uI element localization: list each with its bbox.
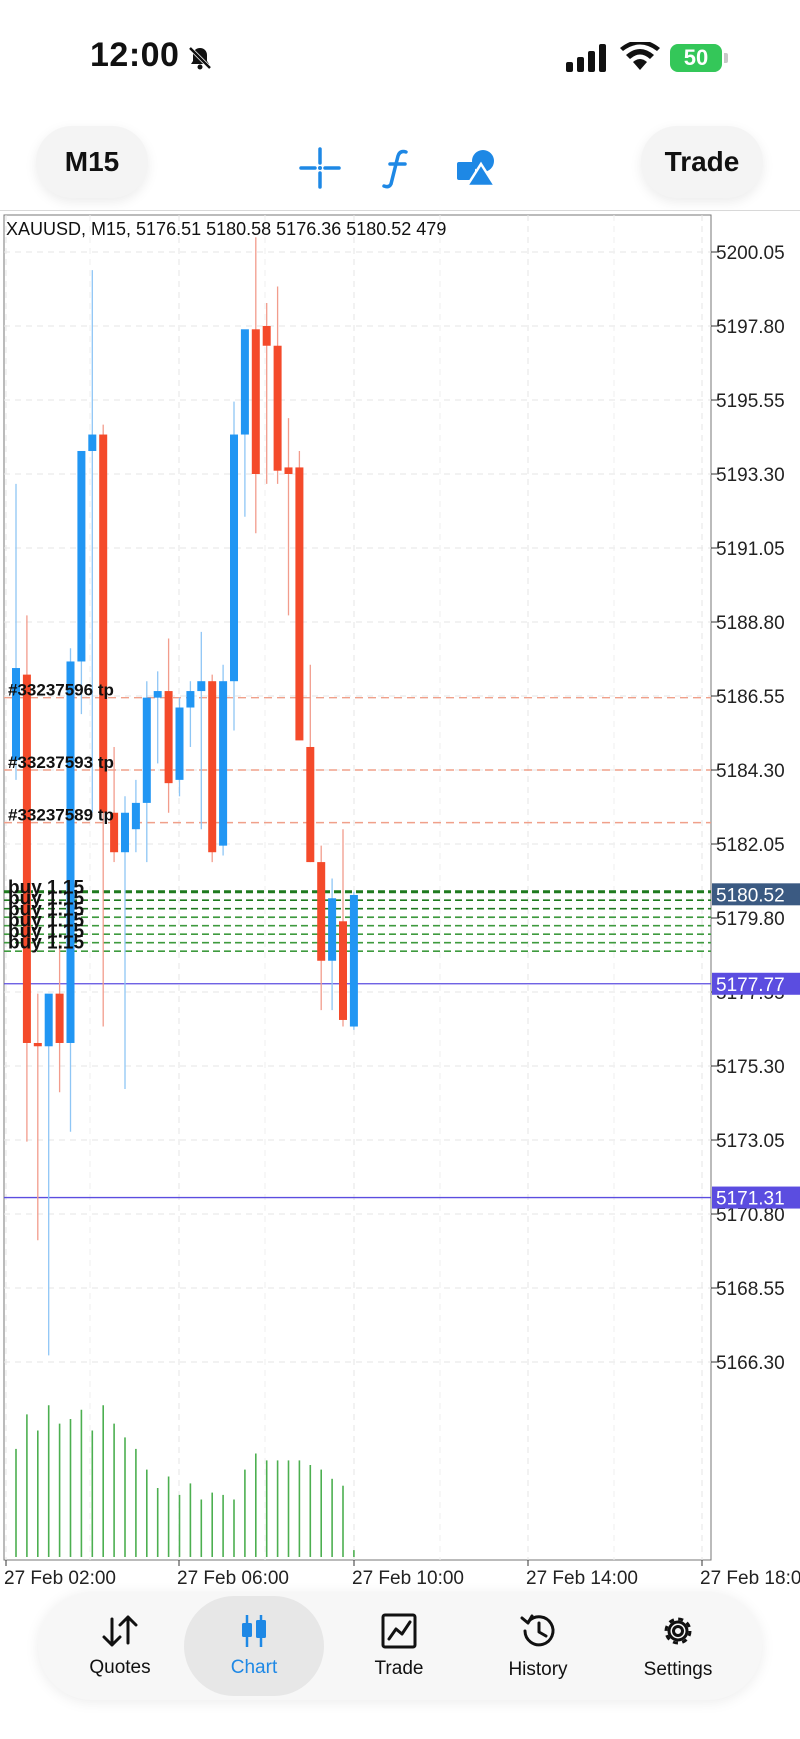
price-axis-label: 5193.30 [716,465,785,486]
nav-label-history: History [508,1659,568,1680]
chart-toolbar: M15 Trade [0,110,800,210]
nav-chart[interactable]: Chart [184,1596,324,1696]
price-axis-label: 5195.55 [716,391,785,412]
candle-body [349,894,358,1027]
price-axis-label: 5184.30 [716,761,785,782]
time-axis-label: 27 Feb 06:00 [177,1568,289,1589]
price-axis-label: 5191.05 [716,539,785,560]
plot-frame [3,214,712,1561]
candle-body [240,329,249,435]
trade-button[interactable]: Trade [641,126,763,198]
function-icon[interactable] [376,146,420,190]
candle-body [251,329,260,474]
price-axis-label: 5197.80 [716,317,785,338]
candle-body [88,434,97,451]
tp-label: #33237596 tp [8,681,114,700]
time-axis-label: 27 Feb 10:00 [352,1568,464,1589]
candle-body [66,661,75,1043]
nav-history[interactable]: History [468,1592,608,1700]
price-axis-label: 5168.55 [716,1279,785,1300]
candles-icon [242,1615,266,1647]
status-time: 12:00 [90,36,180,74]
candle-body [131,802,140,830]
nav-label-quotes: Quotes [89,1657,151,1678]
battery-level: 50 [683,45,709,70]
level-price-badge: 5177.77 [716,975,785,996]
nav-quotes[interactable]: Quotes [50,1592,190,1700]
candle-body [306,746,315,863]
signal-icon [566,44,606,72]
chart-canvas[interactable]: 5200.05 5197.80 5195.55 5193.30 5191.05 5188.… [0,212,800,1592]
candle-body [262,326,271,346]
chart-header: XAUUSD, M15, 5176.51 5180.58 5176.36 518… [6,219,446,239]
nav-label-trade: Trade [374,1658,424,1679]
status-bar: 12:00 50 [0,0,800,110]
level-price-badge: 5171.31 [716,1189,785,1210]
candle-body [22,674,31,1043]
candle-body [284,467,293,474]
candle-body [121,812,129,853]
candle-body [77,450,86,662]
current-price-badge: 5180.52 [716,885,785,906]
nav-label-chart: Chart [230,1657,278,1678]
nav-settings[interactable]: Settings [608,1592,748,1700]
tp-label: #33237593 tp [8,753,114,772]
candle-body [295,467,304,741]
candle-body [273,345,282,471]
candle-body [164,691,173,784]
crosshair-icon[interactable] [298,146,342,190]
candle-body [208,681,217,853]
time-axis-label: 27 Feb 14:00 [526,1568,638,1589]
candle-body [33,1042,42,1047]
price-axis-label: 5179.80 [716,909,785,930]
candle-body [175,707,184,780]
buy-label: buy 1.15 [8,933,84,954]
price-axis-label: 5175.30 [716,1057,785,1078]
timeframe-button[interactable]: M15 [36,126,148,198]
trade-icon [381,1613,417,1649]
candle-body [197,681,206,692]
shapes-icon[interactable] [454,146,498,190]
quotes-icon [102,1615,138,1647]
nav-trade[interactable]: Trade [329,1592,469,1700]
candle-body [219,681,228,846]
candle-body [317,862,326,961]
time-axis-label: 27 Feb 02:00 [4,1568,116,1589]
time-axis-label: 27 Feb 18:00 [700,1568,800,1589]
history-icon [520,1614,555,1647]
price-chart[interactable]: 5200.05 5197.80 5195.55 5193.30 5191.05 5188.… [0,212,800,1592]
bell-off-icon [188,46,212,70]
candle-body [230,434,238,682]
price-axis-label: 5186.55 [716,687,785,708]
bottom-nav: Quotes Chart Trade History Settings [38,1592,762,1700]
nav-label-settings: Settings [643,1659,713,1680]
tp-label: #33237589 tp [8,806,114,825]
toolbar-divider [0,210,800,211]
price-axis-label: 5173.05 [716,1131,785,1152]
wifi-icon [620,42,660,70]
candle-body [153,691,162,698]
candle-body [44,993,53,1047]
price-axis-label: 5166.30 [716,1353,785,1374]
settings-icon [664,1617,692,1645]
candle-body [142,697,151,803]
price-axis-label: 5182.05 [716,835,785,856]
candle-body [55,993,64,1043]
candle-body [186,691,195,708]
candle-body [328,898,337,961]
price-axis-label: 5188.80 [716,613,785,634]
candle-body [339,921,347,1020]
price-axis-label: 5200.05 [716,243,785,264]
